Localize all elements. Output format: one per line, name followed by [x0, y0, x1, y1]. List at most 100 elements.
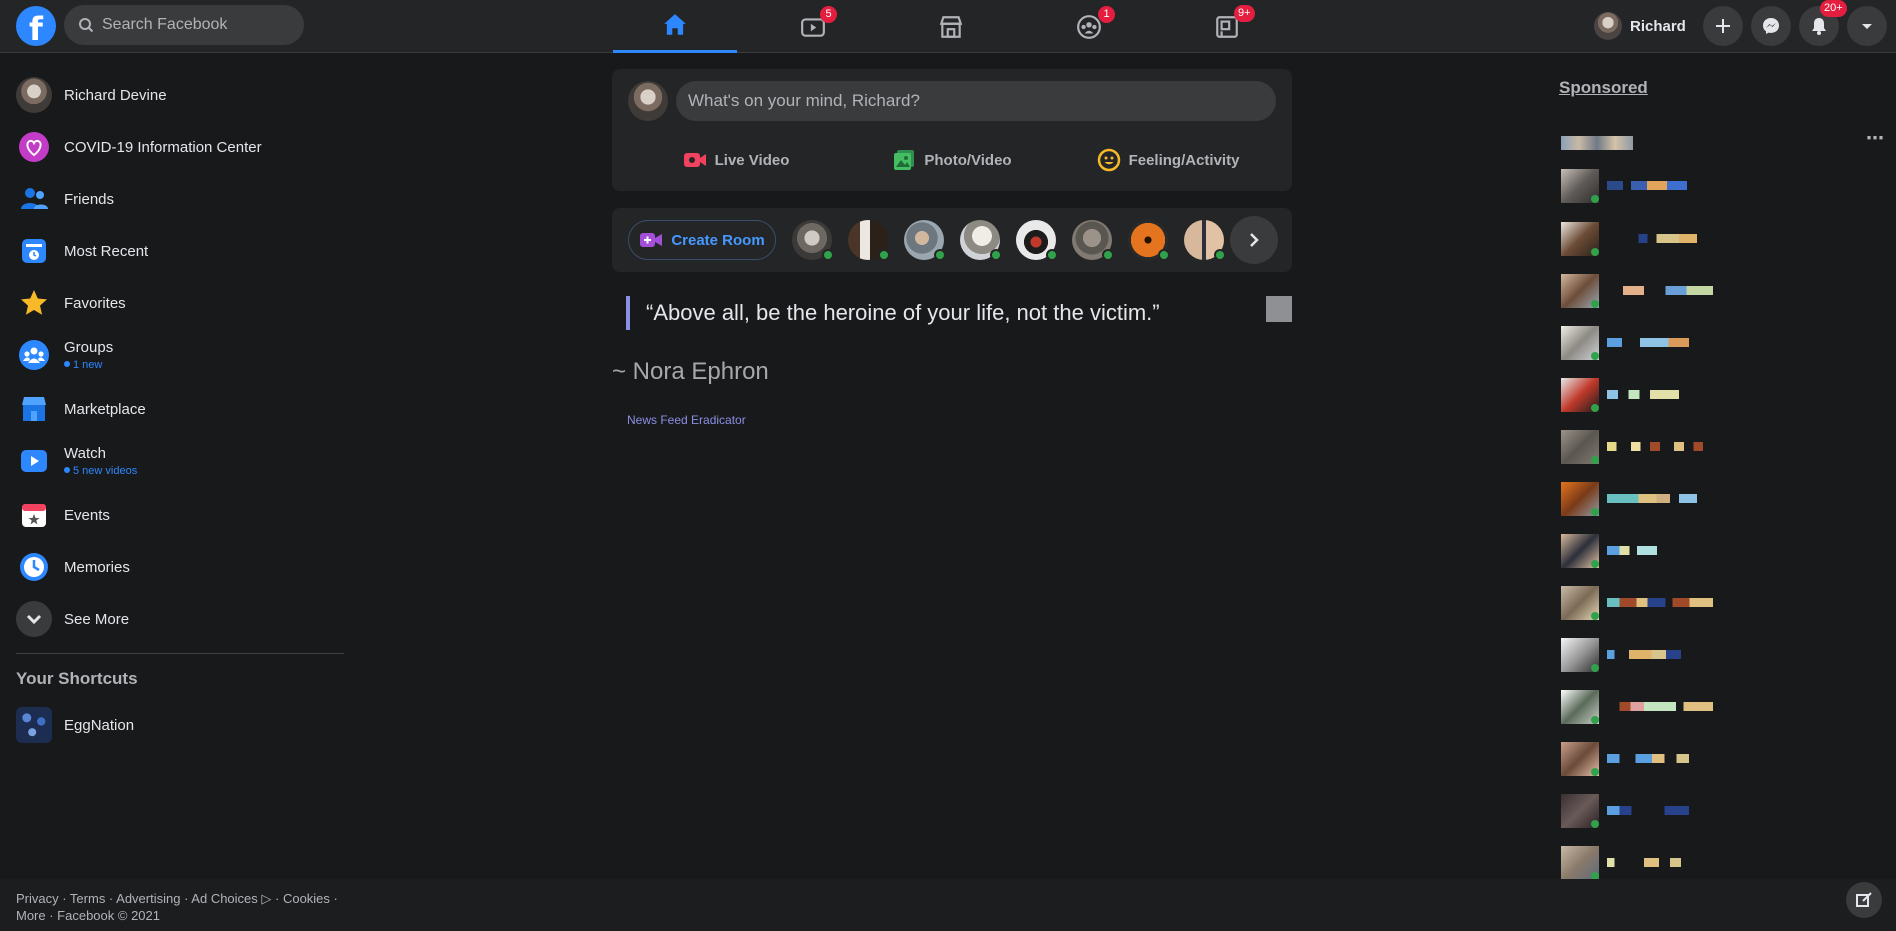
profile-shortcut[interactable]: Richard	[1594, 9, 1686, 43]
rooms-bar: Create Room	[612, 208, 1292, 272]
memories-clock-icon	[16, 549, 52, 585]
quote-author: ~ Nora Ephron	[612, 358, 769, 385]
room-contact-avatar[interactable]	[1184, 220, 1226, 261]
sidebar-item-watch[interactable]: Watch 5 new videos	[0, 435, 350, 487]
contact-item[interactable]	[1561, 634, 1881, 672]
sidebar-item-label: Most Recent	[64, 242, 149, 260]
messenger-button[interactable]	[1751, 6, 1791, 46]
contact-item[interactable]	[1561, 738, 1881, 776]
blurred-contact-name	[1607, 286, 1713, 295]
online-indicator	[1591, 664, 1599, 672]
contact-item[interactable]	[1561, 322, 1881, 360]
footer-copyright[interactable]: More · Facebook © 2021	[16, 907, 1880, 924]
sponsored-item[interactable]	[1561, 130, 1881, 166]
smiley-icon	[1097, 148, 1120, 172]
contact-item[interactable]	[1561, 582, 1881, 620]
online-indicator	[878, 249, 890, 261]
most-recent-icon	[16, 233, 52, 269]
feeling-activity-button[interactable]: Feeling/Activity	[1060, 137, 1276, 183]
tab-marketplace[interactable]	[889, 0, 1013, 53]
home-icon	[664, 14, 686, 35]
online-indicator	[1158, 249, 1170, 261]
contact-item[interactable]	[1561, 374, 1881, 412]
sidebar-item-see-more[interactable]: See More	[0, 593, 350, 645]
chevron-down-icon	[16, 601, 52, 637]
sidebar-item-events[interactable]: Events	[0, 489, 350, 541]
room-contact-avatar[interactable]	[1128, 220, 1170, 261]
bell-icon	[1812, 18, 1826, 35]
create-room-button[interactable]: Create Room	[628, 220, 776, 260]
shortcuts-heading: Your Shortcuts	[16, 669, 138, 688]
blurred-contact-name	[1607, 442, 1703, 451]
contact-item[interactable]	[1561, 686, 1881, 724]
news-feed-eradicator-link[interactable]: News Feed Eradicator	[627, 413, 746, 427]
search-box[interactable]	[64, 5, 304, 45]
sidebar-item-label: Watch	[64, 445, 106, 462]
online-indicator	[1591, 404, 1599, 412]
blurred-contact-name	[1607, 754, 1689, 763]
create-button[interactable]	[1703, 6, 1743, 46]
facebook-logo-icon[interactable]: f	[16, 6, 56, 46]
tab-watch[interactable]: 5	[751, 0, 875, 53]
room-contact-avatar[interactable]	[792, 220, 834, 261]
blurred-contact-name	[1607, 806, 1689, 815]
room-contact-avatar[interactable]	[1016, 220, 1058, 261]
caret-down-icon	[1862, 24, 1872, 29]
sidebar-item-label: Groups	[64, 339, 114, 356]
room-contact-avatar[interactable]	[1072, 220, 1114, 261]
room-contact-avatar[interactable]	[960, 220, 1002, 261]
account-menu-button[interactable]	[1847, 6, 1887, 46]
contact-item[interactable]	[1561, 530, 1881, 568]
tab-home[interactable]	[613, 0, 737, 53]
shortcut-item-eggnation[interactable]: EggNation	[0, 699, 350, 751]
sidebar-item-most-recent[interactable]: Most Recent	[0, 225, 350, 277]
room-contact-avatar[interactable]	[904, 220, 946, 261]
contact-item[interactable]	[1561, 426, 1881, 464]
online-indicator	[934, 249, 946, 261]
online-indicator	[1102, 249, 1114, 261]
status-input[interactable]: What's on your mind, Richard?	[676, 81, 1276, 121]
new-message-button[interactable]	[1846, 882, 1882, 918]
sidebar-item-favorites[interactable]: Favorites	[0, 277, 350, 329]
sidebar-item-profile[interactable]: Richard Devine	[0, 69, 350, 121]
settings-square-icon[interactable]	[1266, 296, 1292, 322]
contact-item[interactable]	[1561, 270, 1881, 308]
rooms-next-button[interactable]	[1230, 216, 1278, 264]
photo-icon	[894, 150, 915, 170]
contact-item[interactable]	[1561, 842, 1881, 880]
blurred-contact-name	[1607, 390, 1679, 399]
online-indicator	[1591, 508, 1599, 516]
online-indicator	[1591, 716, 1599, 724]
feeling-activity-label: Feeling/Activity	[1128, 151, 1240, 169]
live-video-button[interactable]: Live Video	[628, 137, 844, 183]
calendar-icon	[16, 497, 52, 533]
contact-item[interactable]	[1561, 165, 1881, 203]
contact-item[interactable]	[1561, 218, 1881, 256]
contact-item[interactable]	[1561, 790, 1881, 828]
room-contact-avatar[interactable]	[848, 220, 890, 261]
footer-links[interactable]: Privacy · Terms · Advertising · Ad Choic…	[16, 890, 1880, 907]
sidebar-item-groups[interactable]: Groups 1 new	[0, 329, 350, 381]
watch-icon	[16, 443, 52, 479]
sidebar-item-covid[interactable]: COVID-19 Information Center	[0, 121, 350, 173]
online-indicator	[1591, 352, 1599, 360]
sidebar-item-memories[interactable]: Memories	[0, 541, 350, 593]
online-indicator	[1591, 560, 1599, 568]
groups-badge: 1	[1098, 6, 1115, 23]
avatar	[16, 77, 52, 113]
photo-video-button[interactable]: Photo/Video	[844, 137, 1060, 183]
contact-item[interactable]	[1561, 478, 1881, 516]
quote-text: “Above all, be the heroine of your life,…	[626, 296, 1226, 330]
tab-groups[interactable]: 1	[1027, 0, 1151, 53]
sidebar-item-label: Friends	[64, 190, 115, 208]
sidebar-item-friends[interactable]: Friends	[0, 173, 350, 225]
online-indicator	[1591, 820, 1599, 828]
blurred-contact-name	[1607, 181, 1687, 190]
tab-gaming[interactable]: 9+	[1165, 0, 1289, 53]
online-indicator	[1591, 248, 1599, 256]
search-input[interactable]	[102, 16, 292, 34]
online-indicator	[1591, 768, 1599, 776]
notifications-button[interactable]: 20+	[1799, 0, 1847, 46]
online-indicator	[1591, 300, 1599, 308]
sidebar-item-marketplace[interactable]: Marketplace	[0, 383, 350, 435]
